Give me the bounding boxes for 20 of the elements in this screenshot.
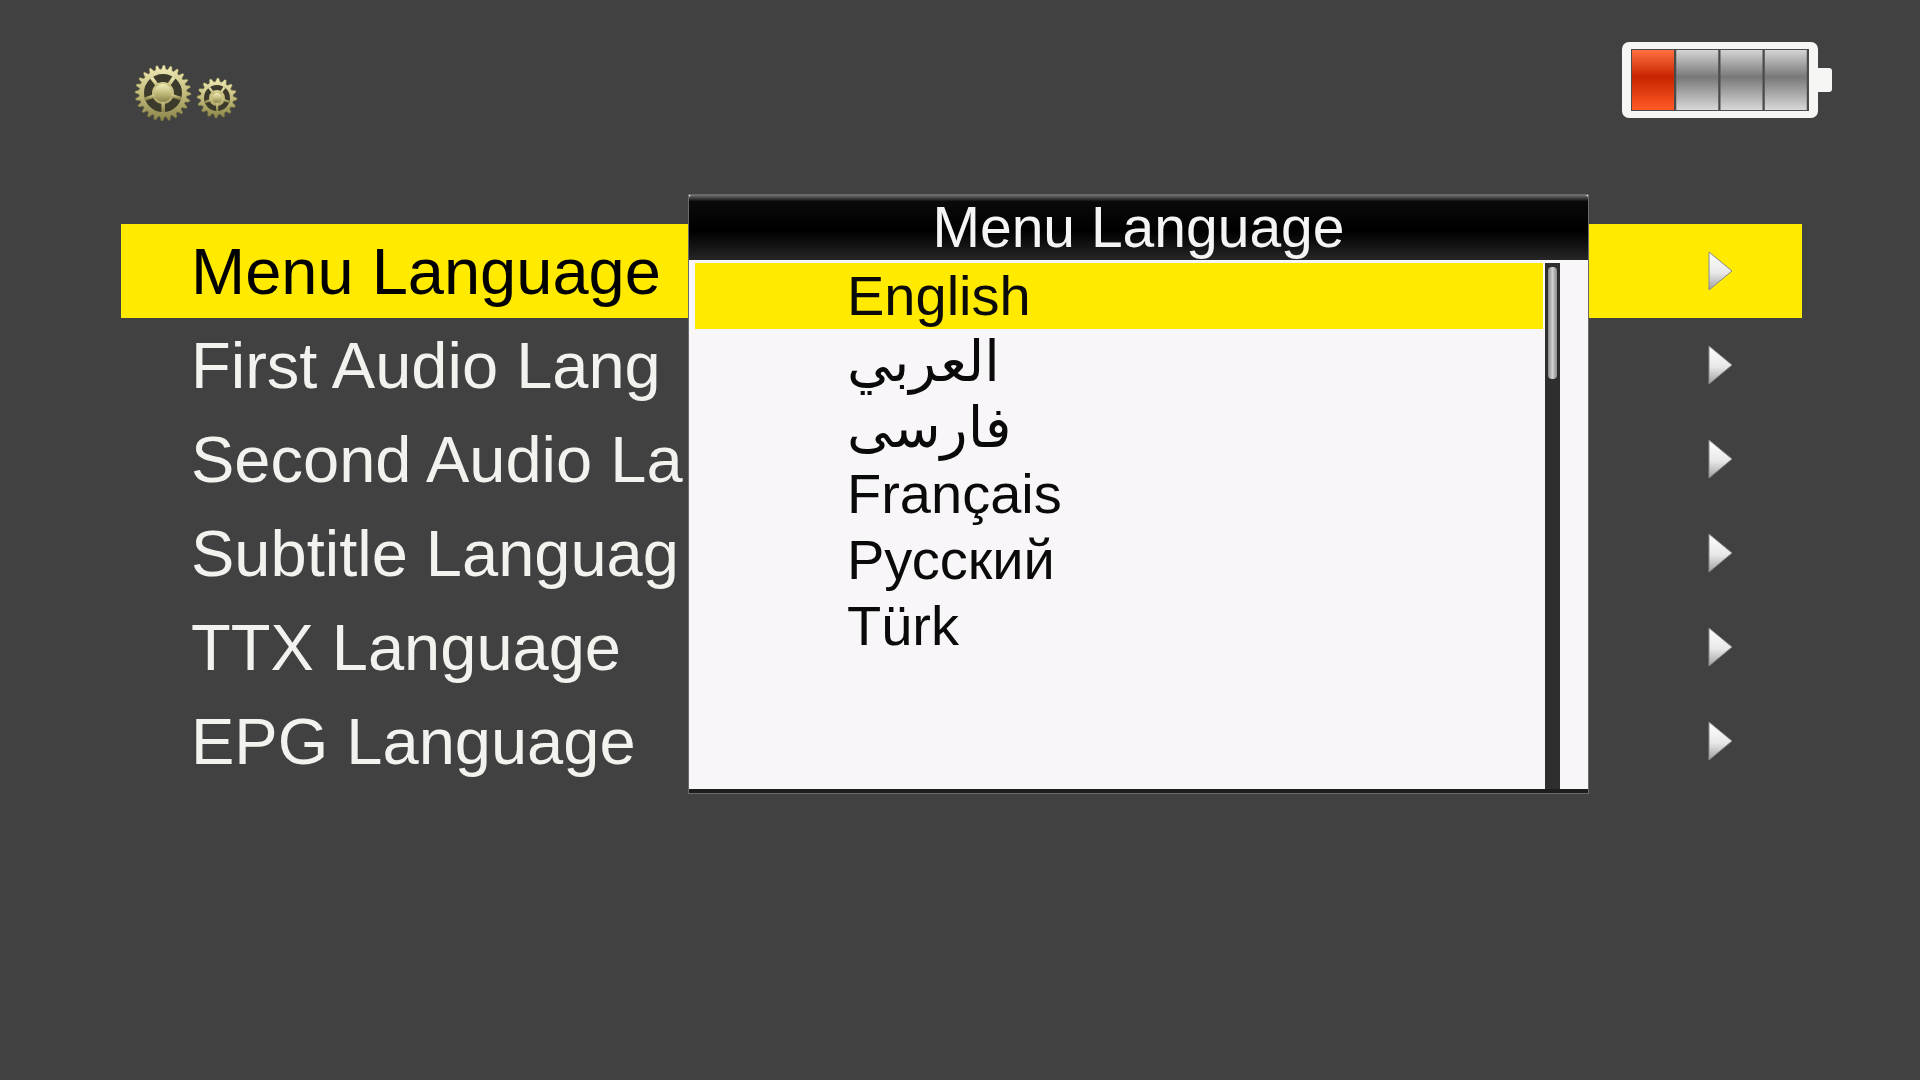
menu-item[interactable]: Second Audio La <box>121 412 689 506</box>
scrollbar-thumb[interactable] <box>1548 267 1557 379</box>
triangle-arrow-icon <box>1708 627 1733 667</box>
language-option[interactable]: فارسی <box>695 395 1543 461</box>
language-option[interactable]: Русский <box>695 527 1543 593</box>
language-option[interactable]: Français <box>695 461 1543 527</box>
triangle-arrow-icon <box>1708 251 1733 291</box>
language-option[interactable]: العربي <box>695 329 1543 395</box>
gears-icon <box>133 65 239 121</box>
language-option[interactable]: Türk <box>695 593 1543 659</box>
menu-item[interactable]: Subtitle Languag <box>121 506 689 600</box>
menu-item[interactable]: TTX Language <box>121 600 689 694</box>
triangle-arrow-icon <box>1708 439 1733 479</box>
language-option[interactable]: English <box>695 263 1543 329</box>
triangle-arrow-icon <box>1708 345 1733 385</box>
triangle-arrow-icon <box>1708 721 1733 761</box>
menu-item[interactable]: EPG Language <box>121 694 689 788</box>
triangle-arrow-icon <box>1708 533 1733 573</box>
menu-item[interactable]: First Audio Lang <box>121 318 689 412</box>
scrollbar[interactable] <box>1545 263 1560 789</box>
